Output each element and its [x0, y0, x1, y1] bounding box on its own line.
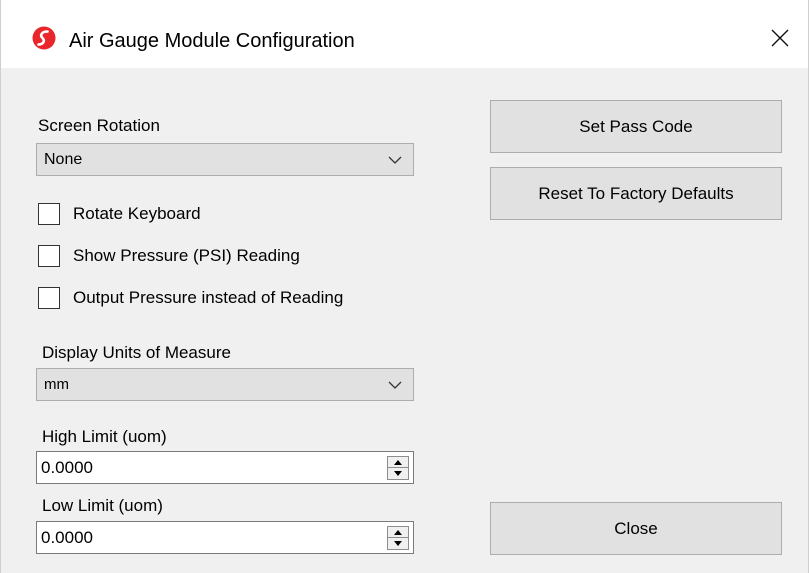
chevron-down-icon — [388, 381, 402, 389]
low-limit-label: Low Limit (uom) — [42, 496, 163, 515]
rotate-keyboard-label: Rotate Keyboard — [73, 204, 201, 223]
display-units-value: mm — [44, 376, 69, 393]
decrement-button[interactable] — [388, 468, 408, 479]
close-window-button[interactable] — [762, 20, 798, 56]
show-pressure-label: Show Pressure (PSI) Reading — [73, 246, 300, 265]
reset-factory-defaults-button[interactable]: Reset To Factory Defaults — [490, 167, 782, 220]
output-pressure-label: Output Pressure instead of Reading — [73, 288, 344, 307]
display-units-label: Display Units of Measure — [42, 343, 231, 362]
chevron-down-icon — [388, 156, 402, 164]
high-limit-spinbox[interactable]: 0.0000 — [36, 451, 414, 484]
config-dialog: Air Gauge Module Configuration Screen Ro… — [0, 0, 809, 573]
high-limit-label: High Limit (uom) — [42, 427, 167, 446]
decrement-button[interactable] — [388, 538, 408, 549]
close-button[interactable]: Close — [490, 502, 782, 555]
increment-button[interactable] — [388, 527, 408, 538]
window-title: Air Gauge Module Configuration — [69, 30, 355, 52]
increment-button[interactable] — [388, 457, 408, 468]
show-pressure-checkbox[interactable] — [38, 245, 60, 267]
high-limit-stepper[interactable] — [387, 456, 409, 480]
output-pressure-checkbox[interactable] — [38, 287, 60, 309]
screen-rotation-value: None — [44, 151, 83, 168]
app-logo-icon — [32, 26, 56, 50]
arrow-down-icon — [394, 471, 402, 476]
low-limit-spinbox[interactable]: 0.0000 — [36, 521, 414, 554]
low-limit-stepper[interactable] — [387, 526, 409, 550]
arrow-down-icon — [394, 541, 402, 546]
high-limit-value: 0.0000 — [41, 458, 93, 477]
arrow-up-icon — [394, 459, 402, 465]
screen-rotation-label: Screen Rotation — [38, 116, 160, 135]
display-units-dropdown[interactable]: mm — [36, 368, 414, 401]
arrow-up-icon — [394, 529, 402, 535]
title-bar[interactable]: Air Gauge Module Configuration — [1, 0, 808, 68]
rotate-keyboard-checkbox[interactable] — [38, 203, 60, 225]
screen-rotation-dropdown[interactable]: None — [36, 143, 414, 176]
set-pass-code-button[interactable]: Set Pass Code — [490, 100, 782, 153]
low-limit-value: 0.0000 — [41, 528, 93, 547]
close-icon — [771, 29, 789, 47]
